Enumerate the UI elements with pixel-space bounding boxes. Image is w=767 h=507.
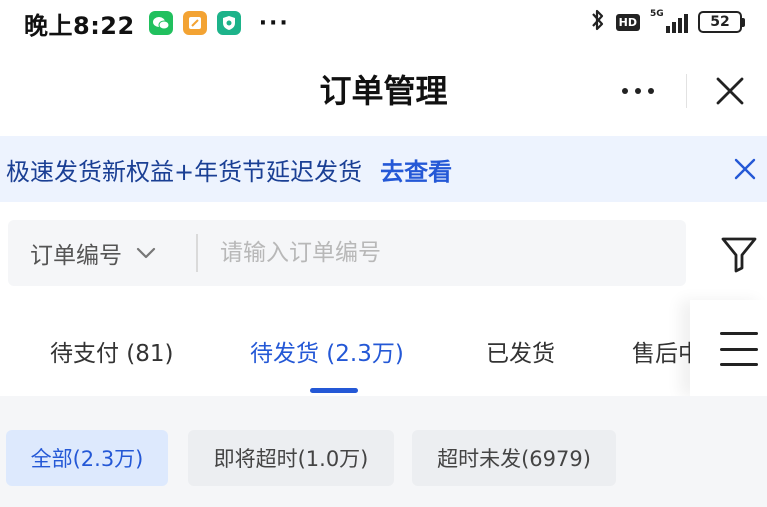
- wechat-icon: [148, 11, 173, 35]
- tab-shipped[interactable]: 已发货: [486, 334, 555, 368]
- close-button[interactable]: [708, 71, 752, 111]
- promo-banner: 极速发货新权益+年货节延迟发货 去查看: [0, 136, 767, 202]
- filter-chip-about-to-timeout[interactable]: 即将超时(1.0万): [188, 430, 394, 486]
- system-indicators: HD 5G 52: [590, 8, 745, 36]
- signal-icon: 5G: [650, 9, 688, 33]
- tab-menu-button[interactable]: [720, 332, 758, 366]
- more-options-button[interactable]: [608, 76, 668, 106]
- filter-icon: [721, 237, 757, 273]
- filter-button[interactable]: [716, 232, 762, 276]
- network-type: 5G: [650, 9, 664, 19]
- hd-badge: HD: [615, 13, 640, 31]
- close-icon: [716, 77, 744, 105]
- status-time: 晚上8:22: [24, 11, 135, 40]
- status-bar: 晚上8:22 ··· HD 5G 52: [0, 0, 767, 46]
- banner-text: 极速发货新权益+年货节延迟发货: [6, 157, 363, 186]
- title-divider: [686, 74, 687, 108]
- tab-after-sales[interactable]: 售后中: [632, 334, 690, 368]
- shield-icon: [216, 11, 241, 35]
- battery-level: 52: [698, 11, 742, 33]
- order-number-input[interactable]: [198, 220, 686, 286]
- chevron-down-icon: [136, 247, 156, 259]
- menu-icon: [720, 332, 758, 335]
- title-bar: 订单管理: [0, 46, 767, 136]
- battery-icon: 52: [698, 11, 745, 33]
- search-type-dropdown[interactable]: 订单编号: [8, 220, 196, 286]
- active-tab-indicator: [310, 388, 358, 393]
- banner-close-button[interactable]: [731, 155, 759, 183]
- notes-icon: [182, 11, 207, 35]
- tab-pending-payment[interactable]: 待支付 (81): [50, 334, 174, 368]
- banner-view-link[interactable]: 去查看: [380, 152, 452, 187]
- tab-pending-shipment[interactable]: 待发货 (2.3万): [250, 334, 404, 368]
- filter-chip-overdue[interactable]: 超时未发(6979): [412, 430, 616, 486]
- search-type-label: 订单编号: [30, 243, 122, 269]
- order-status-tabs: 待支付 (81) 待发货 (2.3万) 已发货 售后中: [0, 300, 690, 396]
- filter-chip-all[interactable]: 全部(2.3万): [6, 430, 168, 486]
- close-icon: [734, 158, 756, 180]
- bluetooth-icon: [590, 8, 606, 36]
- more-notifications-icon: ···: [258, 10, 290, 36]
- sub-filter-area: 全部(2.3万) 即将超时(1.0万) 超时未发(6979): [0, 396, 767, 507]
- notification-icons: [148, 11, 241, 35]
- search-box: 订单编号: [8, 220, 686, 286]
